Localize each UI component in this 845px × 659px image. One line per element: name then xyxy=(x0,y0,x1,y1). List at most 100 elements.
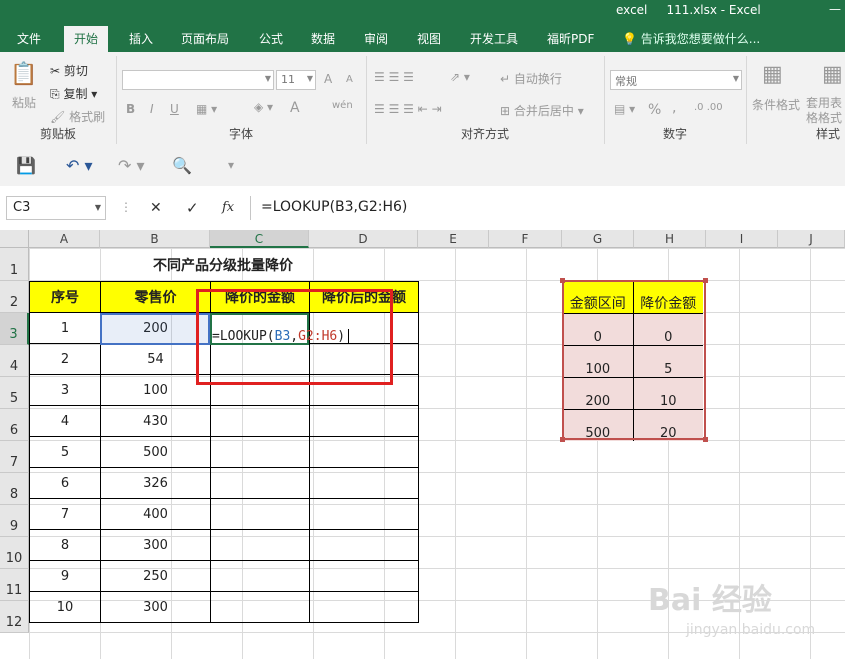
wrap-text-button[interactable]: ↵ 自动换行 xyxy=(500,70,562,87)
column-header-h[interactable]: H xyxy=(634,230,706,248)
cell-index[interactable]: 6 xyxy=(29,467,101,499)
cell-discount[interactable] xyxy=(210,436,310,468)
number-format-combo[interactable]: 常规 ▼ xyxy=(610,70,742,90)
resize-handle[interactable] xyxy=(703,437,708,442)
cell-final[interactable] xyxy=(309,467,419,499)
row-header-6[interactable]: 6 xyxy=(0,409,29,441)
drag-handle-icon[interactable]: ⋮ xyxy=(120,200,132,214)
cell-index[interactable]: 4 xyxy=(29,405,101,437)
cut-button[interactable]: ✂ 剪切 xyxy=(50,62,88,79)
column-header-b[interactable]: B xyxy=(100,230,210,248)
sheet-title[interactable]: 不同产品分级批量降价 xyxy=(100,255,346,275)
tab-view[interactable]: 视图 xyxy=(417,30,441,47)
undo-icon[interactable]: ↶ ▾ xyxy=(66,156,93,175)
row-header-4[interactable]: 4 xyxy=(0,345,29,377)
column-header-i[interactable]: I xyxy=(706,230,778,248)
column-header-d[interactable]: D xyxy=(309,230,418,248)
tab-foxit-pdf[interactable]: 福昕PDF xyxy=(547,30,594,47)
bold-button[interactable]: B xyxy=(126,102,135,116)
underline-button[interactable]: U xyxy=(170,102,179,116)
window-minimize-button[interactable]: — xyxy=(829,2,841,16)
cancel-icon[interactable]: ✕ xyxy=(150,200,162,216)
cell-price[interactable]: 250 xyxy=(100,560,211,592)
currency-icon[interactable]: ▤ ▾ xyxy=(614,102,635,116)
save-icon[interactable]: 💾 xyxy=(16,156,36,175)
column-header-e[interactable]: E xyxy=(418,230,489,248)
tab-page-layout[interactable]: 页面布局 xyxy=(181,30,229,47)
cell-price[interactable]: 100 xyxy=(100,374,211,406)
cell-discount[interactable] xyxy=(210,405,310,437)
conditional-format-button[interactable]: 条件格式 xyxy=(752,96,800,113)
formula-input[interactable]: =LOOKUP(B3,G2:H6) xyxy=(250,196,845,220)
enter-icon[interactable]: ✓ xyxy=(186,199,199,217)
grow-font-button[interactable]: A xyxy=(324,72,332,86)
column-header-j[interactable]: J xyxy=(778,230,845,248)
row-header-10[interactable]: 10 xyxy=(0,537,29,569)
fill-color-icon[interactable]: ◈ ▾ xyxy=(254,100,273,114)
insert-function-icon[interactable]: fx xyxy=(222,200,234,215)
cell-price[interactable]: 326 xyxy=(100,467,211,499)
cell-index[interactable]: 3 xyxy=(29,374,101,406)
cell-final[interactable] xyxy=(309,405,419,437)
percent-button[interactable]: % xyxy=(648,102,661,118)
cell-final[interactable] xyxy=(309,591,419,623)
tab-developer[interactable]: 开发工具 xyxy=(470,30,518,47)
shrink-font-button[interactable]: A xyxy=(346,74,353,85)
row-header-8[interactable]: 8 xyxy=(0,473,29,505)
phonetic-button[interactable]: wén xyxy=(332,100,353,111)
paste-button[interactable]: 粘贴 xyxy=(12,94,36,111)
copy-button[interactable]: ⎘ 复制 ▾ xyxy=(50,85,97,102)
row-header-1[interactable]: 1 xyxy=(0,248,29,281)
cell-price[interactable]: 430 xyxy=(100,405,211,437)
cell-discount[interactable] xyxy=(210,591,310,623)
row-header-7[interactable]: 7 xyxy=(0,441,29,473)
cell-final[interactable] xyxy=(309,560,419,592)
cell-index[interactable]: 2 xyxy=(29,343,101,375)
column-header-c[interactable]: C xyxy=(210,230,309,248)
tab-data[interactable]: 数据 xyxy=(311,30,335,47)
decimal-icon[interactable]: .0 .00 xyxy=(694,102,723,113)
orientation-icon[interactable]: ⇗ ▾ xyxy=(450,70,470,84)
cell-index[interactable]: 9 xyxy=(29,560,101,592)
column-header-g[interactable]: G xyxy=(562,230,634,248)
name-box[interactable]: C3 ▼ xyxy=(6,196,106,220)
cell-price[interactable]: 500 xyxy=(100,436,211,468)
cell-price[interactable]: 54 xyxy=(100,343,211,375)
print-preview-icon[interactable]: 🔍 xyxy=(172,156,192,175)
font-color-button[interactable]: A xyxy=(290,100,300,116)
header-retail-price[interactable]: 零售价 xyxy=(100,281,211,313)
border-icon[interactable]: ▦ ▾ xyxy=(196,102,217,116)
redo-icon[interactable]: ↷ ▾ xyxy=(118,156,145,175)
tell-me-search[interactable]: 💡 告诉我您想要做什么... xyxy=(622,30,760,47)
italic-button[interactable]: I xyxy=(150,102,154,116)
row-header-11[interactable]: 11 xyxy=(0,569,29,601)
resize-handle[interactable] xyxy=(560,278,565,283)
format-as-table-button[interactable]: 套用表格格式 xyxy=(806,96,845,126)
cell-index[interactable]: 5 xyxy=(29,436,101,468)
resize-handle[interactable] xyxy=(560,437,565,442)
tab-formulas[interactable]: 公式 xyxy=(259,30,283,47)
cell-discount[interactable] xyxy=(210,498,310,530)
align-top-icon[interactable]: ☰ ☰ ☰ xyxy=(374,70,414,84)
tab-file[interactable]: 文件 xyxy=(17,30,41,47)
cell-final[interactable] xyxy=(309,498,419,530)
cell-index[interactable]: 7 xyxy=(29,498,101,530)
cell-index[interactable]: 1 xyxy=(29,312,101,344)
comma-button[interactable]: , xyxy=(672,100,676,116)
header-index[interactable]: 序号 xyxy=(29,281,101,313)
merge-center-button[interactable]: ⊞ 合并后居中 ▾ xyxy=(500,102,584,119)
customize-qat-icon[interactable]: ▾ xyxy=(228,158,234,172)
row-header-2[interactable]: 2 xyxy=(0,281,29,313)
tab-review[interactable]: 审阅 xyxy=(364,30,388,47)
cell-price[interactable]: 300 xyxy=(100,591,211,623)
font-size-combo[interactable]: 11 ▼ xyxy=(276,70,316,90)
select-all-corner[interactable] xyxy=(0,230,29,248)
tab-insert[interactable]: 插入 xyxy=(129,30,153,47)
cell-final[interactable] xyxy=(309,529,419,561)
column-header-f[interactable]: F xyxy=(489,230,562,248)
row-header-5[interactable]: 5 xyxy=(0,377,29,409)
column-header-a[interactable]: A xyxy=(29,230,100,248)
format-painter-button[interactable]: 🖌 格式刷 xyxy=(50,108,105,125)
cell-price[interactable]: 400 xyxy=(100,498,211,530)
cell-index[interactable]: 10 xyxy=(29,591,101,623)
